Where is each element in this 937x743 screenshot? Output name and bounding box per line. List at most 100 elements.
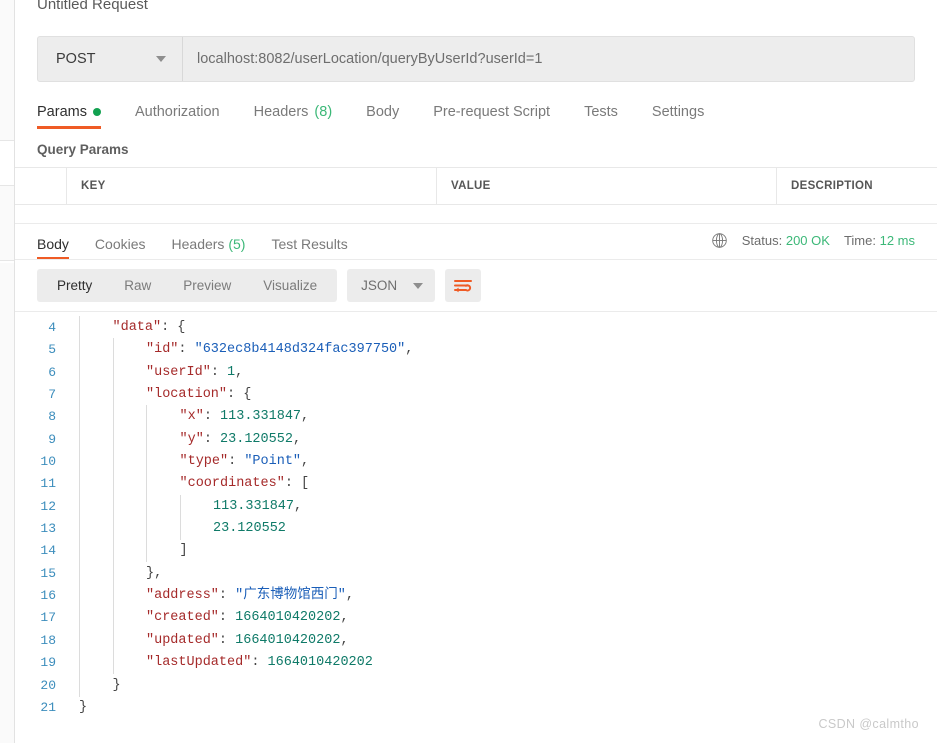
code-token-pun: , xyxy=(340,632,349,648)
response-tab-cookies[interactable]: Cookies xyxy=(95,236,146,260)
indent-guide xyxy=(146,427,147,451)
indent-guide xyxy=(112,450,114,474)
chevron-down-icon xyxy=(156,56,166,62)
code-line-text: 113.331847, xyxy=(67,494,937,518)
indent-guide xyxy=(146,405,147,429)
code-token-num: 23.120552 xyxy=(213,521,286,537)
indent-guide xyxy=(146,472,147,496)
code-line: 15}, xyxy=(15,561,937,585)
http-method-dropdown[interactable]: POST xyxy=(38,37,183,81)
line-number: 20 xyxy=(40,677,56,693)
tab-settings[interactable]: Settings xyxy=(652,104,704,129)
tab-pre-request-script[interactable]: Pre-request Script xyxy=(433,104,550,129)
code-token-key: "created" xyxy=(146,610,219,626)
code-token-pun: ] xyxy=(179,543,188,559)
line-number: 8 xyxy=(48,409,56,425)
params-column-description: DESCRIPTION xyxy=(791,180,873,192)
wrap-text-icon xyxy=(454,279,473,292)
code-token-pun: : xyxy=(178,342,195,358)
line-number: 4 xyxy=(48,320,56,335)
indent-guide xyxy=(79,360,80,384)
code-token-pun: , xyxy=(405,342,414,358)
view-pretty[interactable]: Pretty xyxy=(41,269,108,302)
indent-guide xyxy=(112,517,114,541)
code-token-key: "x" xyxy=(179,409,204,425)
code-token-num: 113.331847 xyxy=(220,409,302,425)
code-line: 21} xyxy=(15,697,937,719)
indent-guide xyxy=(112,606,114,630)
code-line: 17 "created": 1664010420202, xyxy=(15,606,937,630)
code-token-pun: : xyxy=(218,610,236,626)
line-number: 5 xyxy=(48,342,56,358)
code-line-text: "data": { xyxy=(67,316,937,339)
code-token-key: "data" xyxy=(112,320,162,335)
watermark: CSDN @calmtho xyxy=(818,717,919,731)
indent-guide xyxy=(112,338,114,362)
language-dropdown[interactable]: JSON xyxy=(347,269,436,302)
line-number: 17 xyxy=(40,610,56,626)
indent-guide xyxy=(146,494,147,518)
response-tab-headers[interactable]: Headers (5) xyxy=(172,236,246,260)
indent-guide xyxy=(79,673,80,697)
tab-body[interactable]: Body xyxy=(366,104,399,129)
code-line-text: "type": "Point", xyxy=(67,450,937,474)
tab-params[interactable]: Params xyxy=(37,104,101,129)
tab-tests[interactable]: Tests xyxy=(584,104,618,129)
response-tab-headers-count: (5) xyxy=(228,236,246,252)
params-table-body xyxy=(15,205,937,223)
indent-guide xyxy=(79,517,80,541)
query-params-heading: Query Params xyxy=(37,142,129,157)
code-token-pun: : xyxy=(203,409,221,425)
indent-guide xyxy=(79,494,80,518)
indent-guide xyxy=(79,651,80,675)
response-tab-body[interactable]: Body xyxy=(37,236,69,260)
wrap-text-button[interactable] xyxy=(445,269,482,302)
params-column-checkbox xyxy=(15,168,67,204)
response-body-viewer[interactable]: 4 "data": {5 "id": "632ec8b4148d324fac3977… xyxy=(15,311,937,743)
code-token-num: 113.331847 xyxy=(213,498,295,514)
indent-guide xyxy=(79,427,80,451)
time-label: Time: xyxy=(843,232,876,248)
code-token-str: "广东博物馆西门" xyxy=(235,588,346,604)
code-line-text: "created": 1664010420202, xyxy=(67,606,937,630)
indent-guide xyxy=(79,561,80,585)
response-view-switcher: Pretty Raw Preview Visualize xyxy=(37,269,338,302)
code-line-text: "location": { xyxy=(67,383,937,407)
indent-guide xyxy=(179,517,181,541)
view-preview[interactable]: Preview xyxy=(167,269,247,302)
indent-guide xyxy=(79,338,80,362)
view-visualize[interactable]: Visualize xyxy=(247,269,333,302)
code-token-key: "lastUpdated" xyxy=(146,655,252,671)
tab-authorization[interactable]: Authorization xyxy=(135,104,220,129)
http-method-label: POST xyxy=(56,51,96,67)
language-dropdown-label: JSON xyxy=(361,278,398,293)
url-input[interactable] xyxy=(183,37,914,81)
indent-guide xyxy=(79,628,80,652)
code-token-pun: : xyxy=(218,588,236,604)
code-token-pun: : { xyxy=(161,320,186,335)
indent-guide xyxy=(112,405,114,429)
tab-headers-count: (8) xyxy=(314,104,333,120)
line-number: 21 xyxy=(40,699,56,715)
code-token-pun: , xyxy=(301,409,310,425)
code-line: 14] xyxy=(15,539,937,563)
code-token-key: "updated" xyxy=(146,632,219,648)
code-token-pun: : xyxy=(210,364,228,380)
indent-guide xyxy=(79,450,80,474)
chevron-down-icon xyxy=(413,282,424,289)
view-raw[interactable]: Raw xyxy=(108,269,167,302)
code-token-pun: : [ xyxy=(284,476,310,492)
code-line-text: "lastUpdated": 1664010420202 xyxy=(67,651,937,675)
line-number: 14 xyxy=(40,543,56,559)
code-token-pun: , xyxy=(294,498,303,514)
code-line: 20} xyxy=(15,673,937,697)
indent-guide xyxy=(79,316,80,339)
response-tab-test-results[interactable]: Test Results xyxy=(271,236,347,260)
indent-guide xyxy=(79,539,80,563)
tab-headers[interactable]: Headers (8) xyxy=(254,104,333,129)
line-number: 6 xyxy=(48,364,56,380)
code-token-key: "location" xyxy=(146,387,228,403)
indent-guide xyxy=(112,360,114,384)
code-line: 13 23.120552 xyxy=(15,517,937,541)
code-line-text: ] xyxy=(67,539,937,563)
